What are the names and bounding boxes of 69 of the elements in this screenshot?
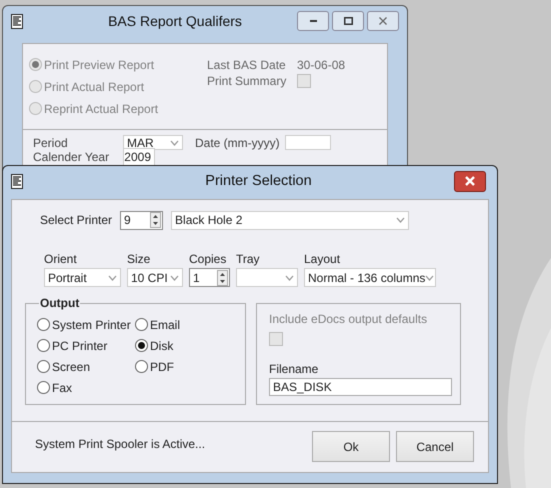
close-button[interactable] bbox=[454, 170, 486, 192]
maximize-button[interactable] bbox=[332, 11, 364, 31]
copies-spinner[interactable]: 1 bbox=[189, 268, 230, 287]
radio-button[interactable] bbox=[37, 339, 50, 352]
printer-number-spinner[interactable]: 9 bbox=[120, 210, 164, 230]
date-value: 30-06-08 bbox=[297, 58, 346, 72]
radio-button[interactable] bbox=[37, 381, 50, 394]
radio-button[interactable] bbox=[135, 339, 148, 352]
close-icon bbox=[463, 176, 477, 186]
checkbox-label: Include eDocs output defaults bbox=[269, 312, 428, 326]
group-title: Output bbox=[39, 296, 80, 310]
document-icon bbox=[11, 174, 23, 188]
radio-button[interactable] bbox=[29, 102, 42, 115]
close-button[interactable] bbox=[367, 11, 399, 31]
spin-arrows-icon[interactable] bbox=[150, 212, 162, 228]
dropdown[interactable]: Normal - 136 columns bbox=[304, 268, 436, 287]
status-message: System Print Spooler is Active... bbox=[35, 436, 206, 453]
close-icon bbox=[379, 17, 387, 25]
field-label: Select Printer bbox=[40, 213, 112, 227]
dialog-button[interactable]: Cancel bbox=[396, 431, 474, 462]
radio-button[interactable] bbox=[37, 318, 50, 331]
chevron-down-icon bbox=[108, 274, 117, 280]
dropdown[interactable]: Portrait bbox=[44, 268, 121, 287]
dropdown[interactable]: 10 CPI bbox=[127, 268, 183, 287]
chevron-down-icon bbox=[396, 217, 406, 223]
checkbox[interactable] bbox=[297, 74, 311, 88]
field-label: Filename bbox=[269, 362, 318, 376]
field-label: Date (mm-yyyy) bbox=[195, 136, 281, 150]
radio-button[interactable] bbox=[135, 360, 148, 373]
window-title: Printer Selection bbox=[204, 173, 313, 189]
checkbox[interactable] bbox=[269, 332, 283, 346]
field-label: Tray bbox=[236, 252, 261, 266]
chevron-down-icon bbox=[170, 274, 179, 280]
period-dropdown[interactable]: MAR bbox=[123, 135, 183, 150]
radio-label: Fax bbox=[52, 380, 72, 394]
field-label: Layout bbox=[304, 252, 342, 266]
radio-label: System Printer bbox=[52, 318, 131, 332]
radio-label: Reprint Actual Report bbox=[44, 102, 158, 116]
chevron-down-icon bbox=[170, 140, 179, 146]
chevron-down-icon bbox=[425, 274, 434, 280]
radio-label: PC Printer bbox=[52, 338, 108, 352]
dialog-button[interactable]: Ok bbox=[312, 431, 390, 462]
field-label: Period bbox=[33, 136, 69, 150]
field-label: Orient bbox=[44, 252, 78, 266]
window-title: BAS Report Qualifers bbox=[107, 13, 243, 29]
field-label: Last BAS Date bbox=[207, 58, 287, 72]
printer-dropdown[interactable]: Black Hole 2 bbox=[171, 210, 410, 230]
spin-arrows-icon[interactable] bbox=[217, 270, 228, 286]
maximize-icon bbox=[344, 17, 352, 25]
field-label: Copies bbox=[189, 252, 228, 266]
field-label: Size bbox=[127, 252, 152, 266]
radio-label: Screen bbox=[52, 360, 90, 374]
field-label: Print Summary bbox=[207, 74, 288, 88]
document-icon bbox=[11, 14, 23, 28]
radio-button[interactable] bbox=[37, 360, 50, 373]
minimize-icon bbox=[310, 20, 316, 22]
chevron-down-icon bbox=[285, 274, 294, 280]
field-label: Calender Year bbox=[33, 150, 110, 164]
radio-label: Disk bbox=[150, 338, 174, 352]
radio-label: Print Preview Report bbox=[44, 58, 154, 72]
date-field[interactable] bbox=[285, 135, 331, 150]
radio-button[interactable] bbox=[29, 58, 42, 71]
radio-button[interactable] bbox=[29, 80, 42, 93]
radio-label: PDF bbox=[150, 360, 174, 374]
radio-button[interactable] bbox=[135, 318, 148, 331]
radio-label: Email bbox=[150, 318, 180, 332]
minimize-button[interactable] bbox=[297, 11, 329, 31]
radio-label: Print Actual Report bbox=[44, 80, 144, 94]
filename-field[interactable]: BAS_DISK bbox=[269, 378, 452, 396]
